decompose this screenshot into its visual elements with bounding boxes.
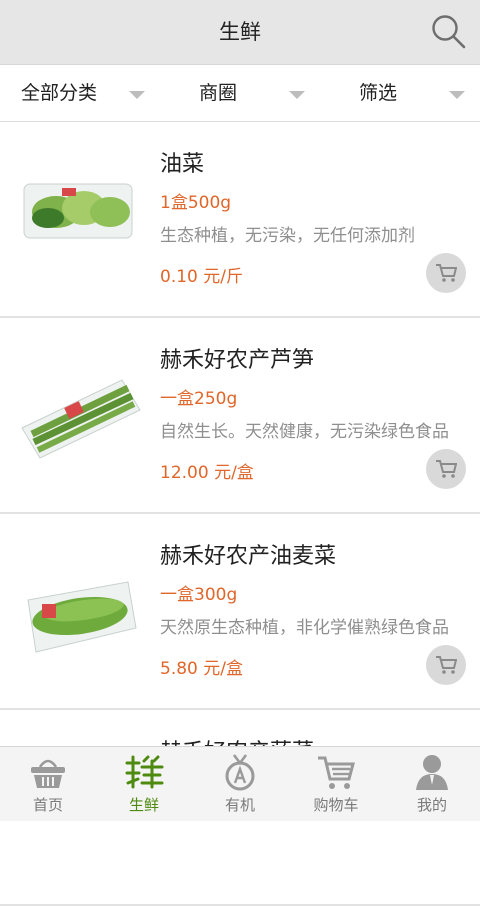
tab-fresh[interactable]: 生鲜 [96,747,192,821]
product-price: 0.10 元/斤 [160,267,243,287]
product-spec: 一盒300g [160,585,238,605]
product-image-bok-choy [18,162,144,272]
add-to-cart-button[interactable] [426,449,466,489]
product-description: 天然原生态种植，非化学催熟绿色食品 [160,618,449,638]
cart-icon [436,264,457,282]
filter-district-label: 商圈 [199,82,238,104]
fresh-icon [125,755,164,789]
tab-organic[interactable]: 有机 [192,747,288,821]
product-spec: 1盒500g [160,193,232,213]
product-item[interactable]: 赫禾好农产芦笋 一盒250g 自然生长。天然健康，无污染绿色食品 12.00 元… [0,318,480,514]
user-icon [416,755,448,790]
filter-screen-label: 筛选 [359,82,398,104]
filter-category[interactable]: 全部分类 [21,65,97,121]
chevron-down-icon [289,91,305,99]
tab-cart[interactable]: 购物车 [288,747,384,821]
app-header: 生鲜 [0,0,480,65]
tab-home-label: 首页 [32,796,63,814]
chevron-down-icon [449,91,465,99]
tab-profile-label: 我的 [416,796,447,814]
product-item[interactable]: 油菜 1盒500g 生态种植，无污染，无任何添加剂 0.10 元/斤 [0,122,480,318]
filter-bar: 全部分类 商圈 筛选 [0,65,480,122]
search-icon[interactable] [430,13,468,51]
filter-district[interactable]: 商圈 [199,65,237,121]
product-price: 12.00 元/盒 [160,463,254,483]
product-image-asparagus [18,358,144,468]
add-to-cart-button[interactable] [426,645,466,685]
tab-home[interactable]: 首页 [0,747,96,821]
filter-category-label: 全部分类 [21,82,98,104]
cart-icon [436,656,457,674]
cart-icon [436,460,457,478]
product-name: 赫禾好农产油麦菜 [160,544,337,569]
product-description: 生态种植，无污染，无任何添加剂 [160,226,415,246]
product-description: 自然生长。天然健康，无污染绿色食品 [160,422,449,442]
product-spec: 一盒250g [160,389,238,409]
product-image-lettuce [18,554,144,664]
tab-cart-label: 购物车 [313,796,359,814]
bottom-tab-bar: 首页 生鲜 有机 购物车 我的 [0,746,480,821]
add-to-cart-button[interactable] [426,253,466,293]
page-title: 生鲜 [219,20,261,44]
basket-icon [31,759,65,788]
tab-fresh-label: 生鲜 [128,796,159,814]
cart-icon [318,756,355,789]
product-name: 赫禾好农产芦笋 [160,348,315,373]
tab-organic-label: 有机 [224,796,255,814]
product-price: 5.80 元/盒 [160,659,243,679]
chevron-down-icon [129,91,145,99]
product-name: 油菜 [160,152,205,177]
product-item[interactable]: 赫禾好农产油麦菜 一盒300g 天然原生态种植，非化学催熟绿色食品 5.80 元… [0,514,480,710]
organic-badge-icon [225,754,255,791]
tab-profile[interactable]: 我的 [384,747,480,821]
filter-screen[interactable]: 筛选 [359,65,397,121]
